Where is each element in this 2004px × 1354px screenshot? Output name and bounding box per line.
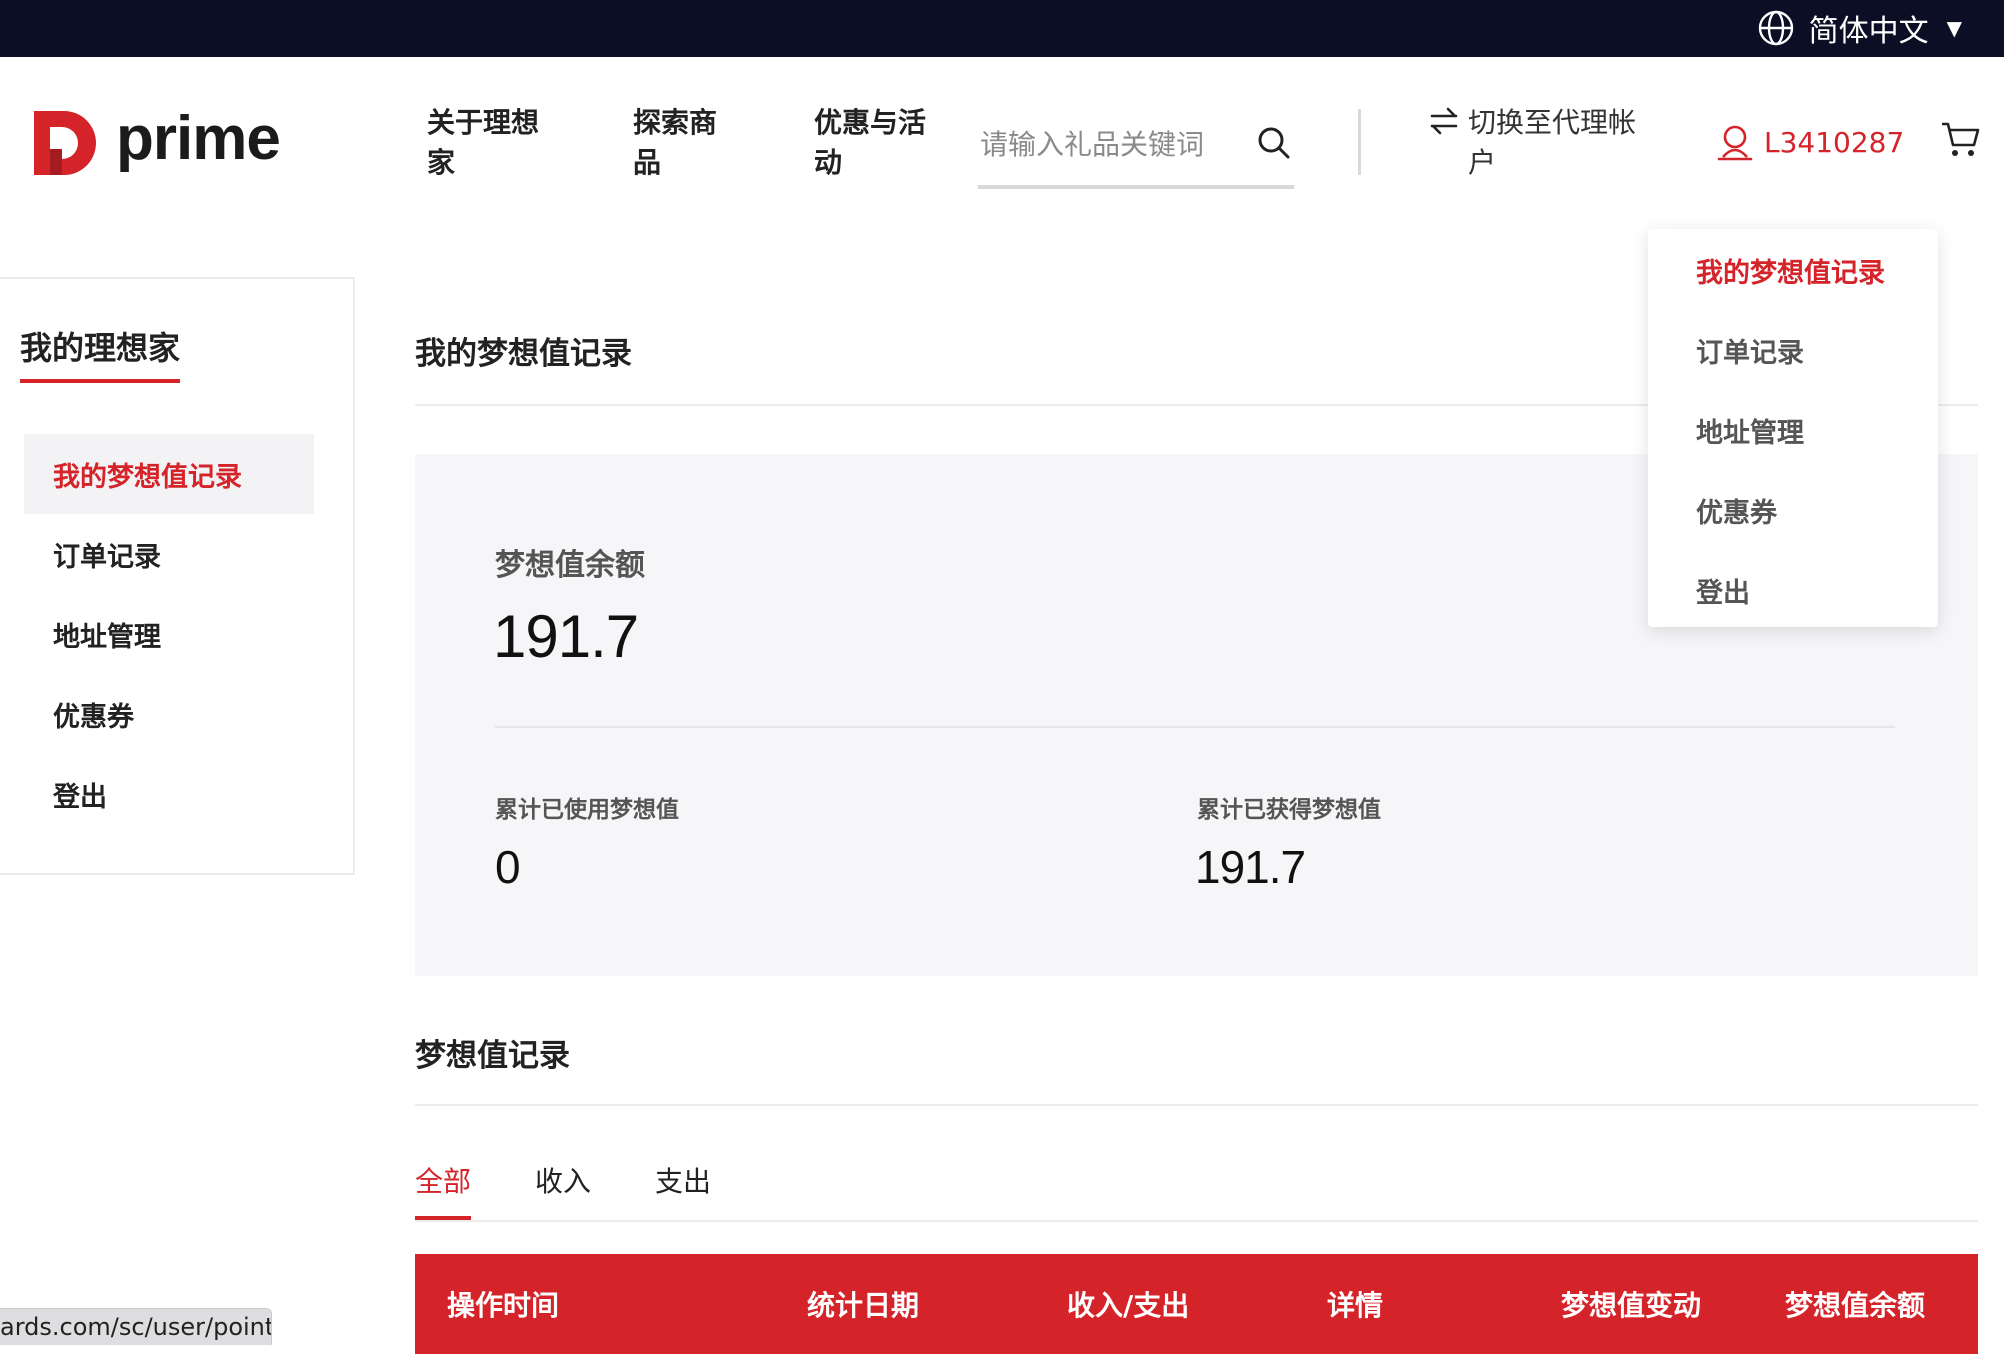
sidebar-title: 我的理想家 <box>20 323 181 383</box>
switch-account-link[interactable]: 切换至代理帐 户 <box>1428 103 1636 183</box>
dropdown-item-points-record[interactable]: 我的梦想值记录 <box>1696 251 1885 290</box>
dropdown-item-logout[interactable]: 登出 <box>1696 571 1750 610</box>
used-points-value: 0 <box>495 841 521 893</box>
dropdown-item-addresses[interactable]: 地址管理 <box>1696 411 1804 450</box>
records-title: 梦想值记录 <box>415 1038 570 1074</box>
column-header-time: 操作时间 <box>447 1289 560 1322</box>
username: L3410287 <box>1764 125 1905 159</box>
site-header: prime 关于理想 家 探索商 品 优惠与活 动 切换至代理帐 户 L3410… <box>0 57 2004 227</box>
cart-icon[interactable] <box>1940 119 1980 159</box>
top-bar: 简体中文 ▼ <box>0 0 2004 57</box>
tabs-divider <box>415 1220 1978 1222</box>
page-title: 我的梦想值记录 <box>415 336 632 372</box>
account-sidebar: 我的理想家 我的梦想值记录 订单记录 地址管理 优惠券 登出 <box>0 277 355 875</box>
swap-arrows-icon <box>1430 107 1458 135</box>
sidebar-item-orders[interactable]: 订单记录 <box>24 514 314 594</box>
language-selector[interactable]: 简体中文 ▼ <box>1757 4 1962 52</box>
globe-icon <box>1758 10 1793 46</box>
records-divider <box>415 1104 1978 1106</box>
nav-about[interactable]: 关于理想 家 <box>427 103 539 183</box>
card-divider <box>495 726 1895 728</box>
status-url: ards.com/sc/user/points <box>0 1308 272 1345</box>
caret-down-icon: ▼ <box>1946 16 1962 40</box>
sidebar-item-addresses[interactable]: 地址管理 <box>24 594 314 674</box>
tab-expense[interactable]: 支出 <box>655 1160 711 1216</box>
search-box <box>978 113 1294 189</box>
switch-account-label: 切换至代理帐 户 <box>1468 106 1637 179</box>
search-input[interactable] <box>980 119 1240 169</box>
sidebar-item-logout[interactable]: 登出 <box>24 754 314 834</box>
sidebar-item-coupons[interactable]: 优惠券 <box>24 674 314 754</box>
nav-explore[interactable]: 探索商 品 <box>633 103 717 183</box>
search-icon[interactable] <box>1256 125 1292 161</box>
tab-income[interactable]: 收入 <box>535 1160 591 1216</box>
dropdown-item-orders[interactable]: 订单记录 <box>1696 331 1804 370</box>
user-icon <box>1717 125 1753 161</box>
records-table-header: 操作时间 统计日期 收入/支出 详情 梦想值变动 梦想值余额 <box>415 1254 1978 1354</box>
dropdown-item-coupons[interactable]: 优惠券 <box>1696 491 1777 530</box>
user-menu[interactable]: L3410287 <box>1716 123 1904 161</box>
logo-text: prime <box>116 103 281 173</box>
earned-points-value: 191.7 <box>1195 841 1306 893</box>
nav-promotions[interactable]: 优惠与活 动 <box>814 103 926 183</box>
header-divider <box>1358 109 1361 175</box>
sidebar-item-points-record[interactable]: 我的梦想值记录 <box>24 434 314 514</box>
user-dropdown-menu: 我的梦想值记录 订单记录 地址管理 优惠券 登出 <box>1648 229 1938 627</box>
column-header-type: 收入/支出 <box>1067 1289 1190 1322</box>
tab-all[interactable]: 全部 <box>415 1160 472 1221</box>
used-points-label: 累计已使用梦想值 <box>495 797 679 823</box>
balance-value: 191.7 <box>493 603 639 670</box>
column-header-date: 统计日期 <box>807 1289 920 1322</box>
earned-points-label: 累计已获得梦想值 <box>1197 797 1381 823</box>
column-header-change: 梦想值变动 <box>1561 1289 1702 1322</box>
column-header-balance: 梦想值余额 <box>1785 1289 1926 1322</box>
balance-label: 梦想值余额 <box>495 548 645 583</box>
column-header-details: 详情 <box>1327 1289 1384 1322</box>
brand-logo[interactable]: prime <box>28 103 281 179</box>
prime-logo-icon <box>34 111 96 175</box>
language-label: 简体中文 <box>1808 14 1929 49</box>
